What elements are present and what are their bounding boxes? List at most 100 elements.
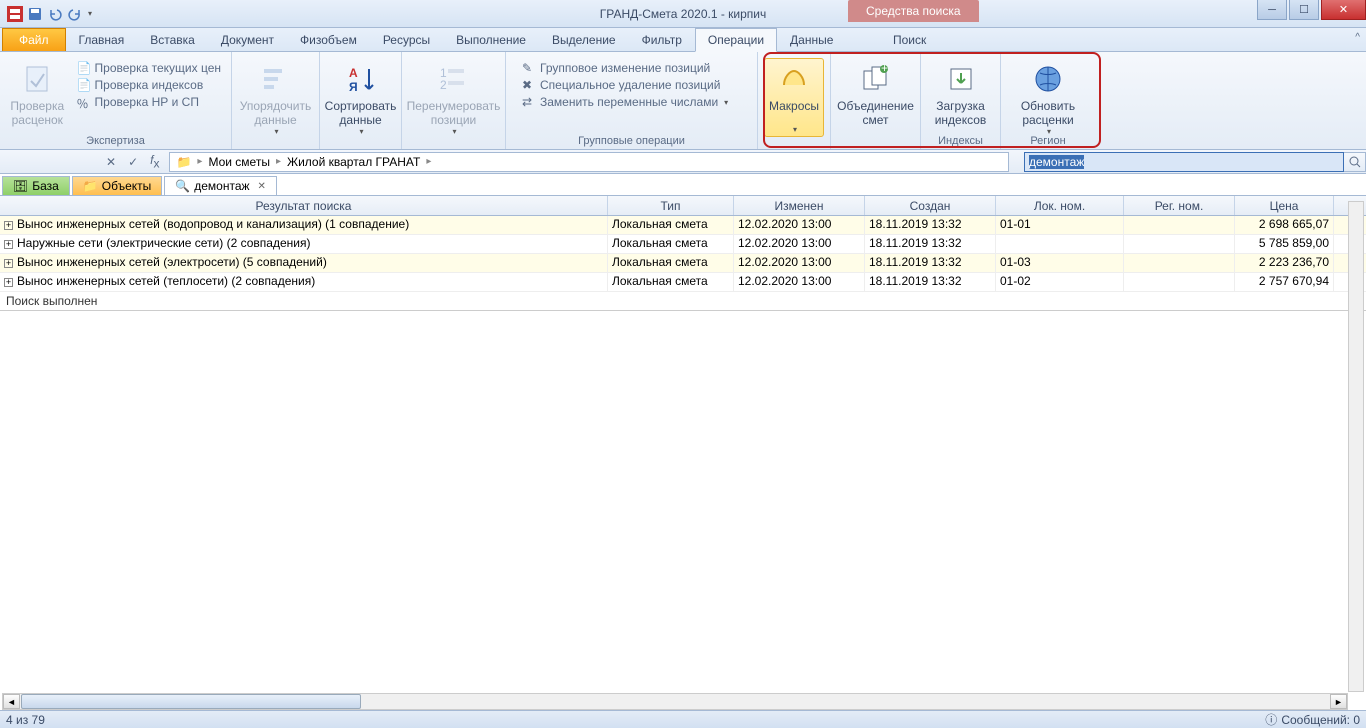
sort-icon: АЯ — [345, 63, 377, 95]
table-row[interactable]: +Вынос инженерных сетей (теплосети) (2 с… — [0, 273, 1366, 292]
table-row[interactable]: +Вынос инженерных сетей (электросети) (5… — [0, 254, 1366, 273]
view-tabs: 🗄База 📁Объекты 🔍демонтаж✕ — [0, 174, 1366, 196]
group-label: Регион — [1001, 135, 1095, 147]
search-done-message: Поиск выполнен — [0, 292, 1366, 310]
col-result[interactable]: Результат поиска — [0, 196, 608, 215]
sort-data-button[interactable]: АЯ Сортировать данные▾ — [326, 58, 395, 139]
doc-icon: 📄 — [77, 78, 91, 92]
svg-text:+: + — [881, 63, 888, 75]
statusbar: 4 из 79 ⓘ Сообщений: 0 — [0, 710, 1366, 728]
order-data-button[interactable]: Упорядочить данные▾ — [238, 58, 313, 139]
search-icon: 🔍 — [175, 179, 190, 193]
ribbon: Проверка расценок 📄Проверка текущих цен … — [0, 52, 1366, 150]
edit-icon: ✎ — [522, 61, 536, 75]
save-icon[interactable] — [26, 5, 44, 23]
load-indexes-button[interactable]: Загрузка индексов — [927, 58, 994, 130]
renumber-icon: 12 — [438, 63, 470, 95]
check-icon — [21, 63, 53, 95]
search-input[interactable] — [1024, 152, 1344, 172]
path-bar: ✕ ✓ fx 📁▸ Мои сметы▸ Жилой квартал ГРАНА… — [0, 150, 1366, 174]
replace-icon: ⇄ — [522, 95, 536, 109]
group-label: Индексы — [921, 135, 1000, 147]
tab-filter[interactable]: Фильтр — [629, 28, 695, 51]
svg-text:Я: Я — [349, 80, 358, 94]
tab-execution[interactable]: Выполнение — [443, 28, 539, 51]
macros-icon — [778, 63, 810, 95]
titlebar: ▾ ГРАНД-Смета 2020.1 - кирпич Средства п… — [0, 0, 1366, 28]
percent-icon: ％ — [77, 95, 91, 109]
macros-button[interactable]: Макросы▾ — [764, 58, 824, 137]
status-messages: Сообщений: 0 — [1281, 713, 1360, 727]
col-loc[interactable]: Лок. ном. — [996, 196, 1124, 215]
table-row[interactable]: +Наружные сети (электрические сети) (2 с… — [0, 235, 1366, 254]
group-label: Групповые операции — [506, 135, 757, 147]
order-icon — [260, 63, 292, 95]
col-created[interactable]: Создан — [865, 196, 996, 215]
view-tab-search-result[interactable]: 🔍демонтаж✕ — [164, 176, 277, 195]
view-tab-base[interactable]: 🗄База — [2, 176, 70, 195]
accept-icon[interactable]: ✓ — [122, 155, 144, 169]
replace-variables[interactable]: ⇄Заменить переменные числами▾ — [518, 94, 732, 110]
close-button[interactable]: ✕ — [1321, 0, 1366, 20]
check-indexes[interactable]: 📄Проверка индексов — [73, 77, 225, 93]
horizontal-scrollbar[interactable]: ◄ ► — [2, 693, 1348, 710]
status-count: 4 из 79 — [6, 713, 45, 727]
tab-selection[interactable]: Выделение — [539, 28, 629, 51]
folder-icon[interactable]: 📁 — [170, 155, 197, 169]
app-icon[interactable] — [6, 5, 24, 23]
tab-document[interactable]: Документ — [208, 28, 287, 51]
maximize-button[interactable]: ☐ — [1289, 0, 1319, 20]
search-button[interactable] — [1344, 152, 1366, 172]
results-grid: Результат поиска Тип Изменен Создан Лок.… — [0, 196, 1366, 311]
check-nr-sp[interactable]: ％Проверка НР и СП — [73, 94, 225, 110]
fx-icon[interactable]: fx — [144, 153, 165, 170]
breadcrumb: 📁▸ Мои сметы▸ Жилой квартал ГРАНАТ▸ — [169, 152, 1009, 172]
check-prices-button[interactable]: Проверка расценок — [6, 58, 69, 130]
expand-icon[interactable]: + — [4, 259, 13, 268]
globe-icon — [1032, 63, 1064, 95]
cancel-icon[interactable]: ✕ — [100, 155, 122, 169]
renumber-button[interactable]: 12 Перенумеровать позиции▾ — [408, 58, 499, 139]
scroll-thumb[interactable] — [21, 694, 361, 709]
close-tab-icon[interactable]: ✕ — [258, 181, 266, 192]
merge-estimates-button[interactable]: + Объединение смет — [837, 58, 914, 130]
scroll-left-icon[interactable]: ◄ — [3, 694, 20, 709]
col-reg[interactable]: Рег. ном. — [1124, 196, 1235, 215]
expand-icon[interactable]: + — [4, 278, 13, 287]
group-change-positions[interactable]: ✎Групповое изменение позиций — [518, 60, 732, 76]
col-modified[interactable]: Изменен — [734, 196, 865, 215]
breadcrumb-item[interactable]: Мои сметы — [202, 155, 276, 169]
vertical-scrollbar[interactable] — [1348, 201, 1364, 692]
col-price[interactable]: Цена — [1235, 196, 1334, 215]
qat-dropdown-icon[interactable]: ▾ — [88, 9, 92, 18]
tab-physvol[interactable]: Физобъем — [287, 28, 370, 51]
context-tab-search-tools: Средства поиска — [848, 0, 979, 22]
update-prices-button[interactable]: Обновить расценки▾ — [1007, 58, 1089, 139]
expand-icon[interactable]: + — [4, 221, 13, 230]
view-tab-objects[interactable]: 📁Объекты — [72, 176, 162, 195]
svg-text:2: 2 — [440, 78, 447, 92]
expand-icon[interactable]: + — [4, 240, 13, 249]
tab-data[interactable]: Данные — [777, 28, 846, 51]
tab-operations[interactable]: Операции — [695, 28, 777, 52]
check-current-prices[interactable]: 📄Проверка текущих цен — [73, 60, 225, 76]
special-delete-positions[interactable]: ✖Специальное удаление позиций — [518, 77, 732, 93]
doc-icon: 📄 — [77, 61, 91, 75]
tab-search[interactable]: Поиск — [880, 28, 939, 51]
merge-icon: + — [860, 63, 892, 95]
folder-icon: 📁 — [83, 179, 98, 193]
undo-icon[interactable] — [46, 5, 64, 23]
col-type[interactable]: Тип — [608, 196, 734, 215]
minimize-button[interactable]: ─ — [1257, 0, 1287, 20]
breadcrumb-item[interactable]: Жилой квартал ГРАНАТ — [281, 155, 426, 169]
table-row[interactable]: +Вынос инженерных сетей (водопровод и ка… — [0, 216, 1366, 235]
window-title: ГРАНД-Смета 2020.1 - кирпич — [600, 7, 767, 21]
scroll-right-icon[interactable]: ► — [1330, 694, 1347, 709]
tab-resources[interactable]: Ресурсы — [370, 28, 443, 51]
tab-insert[interactable]: Вставка — [137, 28, 208, 51]
redo-icon[interactable] — [66, 5, 84, 23]
tab-main[interactable]: Главная — [66, 28, 138, 51]
ribbon-collapse-icon[interactable]: ^ — [1355, 32, 1360, 43]
quick-access-toolbar: ▾ — [0, 3, 98, 25]
file-tab[interactable]: Файл — [2, 28, 66, 51]
